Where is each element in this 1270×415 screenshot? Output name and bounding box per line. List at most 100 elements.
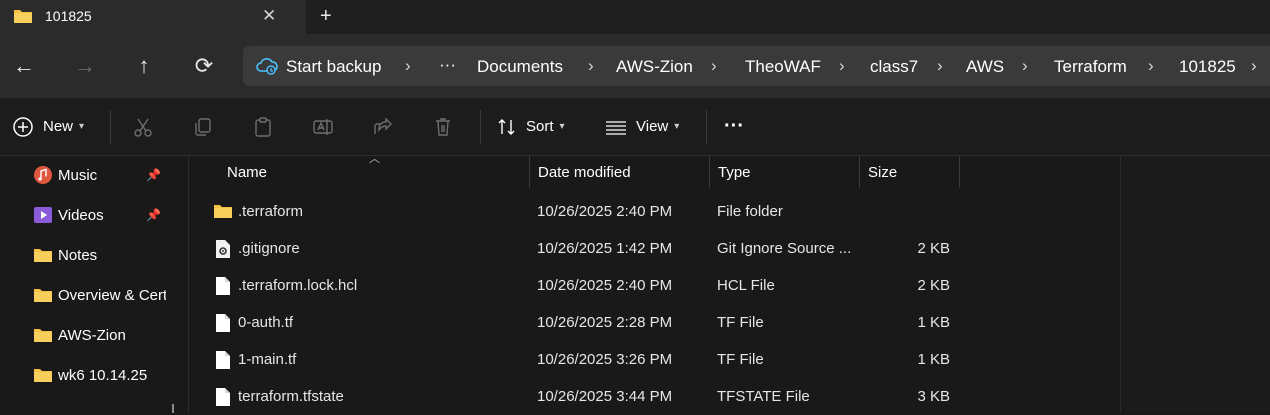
file-icon [216,351,230,369]
folder-icon [14,10,32,23]
chevron-right-icon[interactable]: › [711,56,717,76]
pin-icon: 📌 [146,168,161,182]
copy-button[interactable] [192,98,214,155]
chevron-right-icon[interactable]: › [839,56,845,76]
breadcrumb-aws[interactable]: AWS [966,57,1004,77]
table-row[interactable]: 1-main.tf 10/26/2025 3:26 PM TF File 1 K… [189,341,1120,378]
chevron-right-icon[interactable]: › [1022,56,1028,76]
sidebar-item-aws-zion[interactable]: AWS-Zion [58,323,190,347]
table-row[interactable]: 0-auth.tf 10/26/2025 2:28 PM TF File 1 K… [189,304,1120,341]
new-button[interactable]: New ▾ [12,98,84,155]
navigation-bar: ← → ↑ ⟳ Start backup › ··· › Documents A… [0,34,1270,98]
trash-icon [436,117,450,136]
file-date: 10/26/2025 3:26 PM [537,351,673,368]
file-size [867,193,950,230]
view-button[interactable]: View ▾ [604,98,679,155]
breadcrumb-aws-zion[interactable]: AWS-Zion [616,57,693,77]
breadcrumb-101825[interactable]: 101825 [1179,57,1236,77]
more-options-button[interactable]: ··· [724,98,744,155]
file-name: .terraform.lock.hcl [238,277,358,294]
address-bar[interactable]: Start backup › ··· › Documents AWS-Zion … [243,46,1270,86]
sidebar-item-overview-cert[interactable]: Overview & Cert [58,283,166,307]
cloud-backup-icon [256,58,278,75]
chevron-down-icon: ▾ [559,121,565,132]
back-button[interactable]: ← [5,48,43,84]
column-size[interactable]: Size [860,156,960,188]
cut-button[interactable] [132,98,154,155]
sidebar-item-music[interactable]: Music [58,163,190,187]
close-icon[interactable]: ✕ [262,6,276,26]
file-icon [216,314,230,332]
delete-button[interactable] [432,98,454,155]
paste-icon [255,116,271,137]
arrow-left-icon: ← [13,53,35,78]
tab-101825[interactable]: 101825 ✕ [0,0,306,34]
column-type[interactable]: Type [710,156,860,188]
chevron-right-icon[interactable]: › [588,56,594,76]
file-type: TF File [717,351,764,368]
sort-label: Sort [526,118,554,135]
file-size: 2 KB [917,240,950,257]
paste-button[interactable] [252,98,274,155]
sidebar-scrollbar[interactable] [172,404,174,413]
sidebar-item-videos[interactable]: Videos [58,203,190,227]
breadcrumb-class7[interactable]: class7 [870,57,918,77]
file-icon [216,277,230,295]
refresh-icon: ⟳ [194,53,214,78]
command-bar: New ▾ Sort ▾ View ▾ ··· [0,98,1270,156]
file-size: 1 KB [917,314,950,331]
chevron-right-icon[interactable]: › [1251,56,1257,76]
table-row[interactable]: .terraform.lock.hcl 10/26/2025 2:40 PM H… [189,267,1120,304]
breadcrumb-theowaf[interactable]: TheoWAF [745,57,821,77]
view-icon [606,120,626,135]
file-date: 10/26/2025 3:44 PM [537,388,673,405]
breadcrumb-terraform[interactable]: Terraform [1054,57,1127,77]
copy-icon [195,117,211,136]
file-type: TFSTATE File [717,388,810,405]
pin-icon: 📌 [146,208,161,222]
videos-icon [34,207,52,223]
folder-icon [34,329,52,342]
folder-icon [214,205,232,218]
column-date-label: Date modified [538,163,631,181]
chevron-right-icon[interactable]: › [937,56,943,76]
column-date-modified[interactable]: Date modified [530,156,710,188]
arrow-right-icon: → [74,53,96,78]
table-row[interactable]: .terraform 10/26/2025 2:40 PM File folde… [189,193,1120,230]
file-icon [216,388,230,406]
breadcrumb-documents[interactable]: Documents [477,57,563,77]
start-backup-link[interactable]: Start backup [286,57,381,77]
table-row[interactable]: .gitignore 10/26/2025 1:42 PM Git Ignore… [189,230,1120,267]
refresh-button[interactable]: ⟳ [185,48,223,84]
file-date: 10/26/2025 2:28 PM [537,314,673,331]
chevron-right-icon[interactable]: › [1148,56,1154,76]
rename-button[interactable] [312,98,334,155]
new-tab-button[interactable]: + [320,5,332,28]
sort-icon [498,118,515,135]
folder-icon [34,249,52,262]
chevron-down-icon: ▾ [79,121,85,132]
forward-button[interactable]: → [66,48,104,84]
folder-icon [34,289,52,302]
file-name: .gitignore [238,240,300,257]
sidebar-item-wk6[interactable]: wk6 10.14.25 [58,363,190,387]
plus-circle-icon [13,116,33,137]
table-row[interactable]: terraform.tfstate 10/26/2025 3:44 PM TFS… [189,378,1120,415]
chevron-right-icon[interactable]: › [405,56,411,76]
file-type: HCL File [717,277,775,294]
file-type: Git Ignore Source ... [717,240,852,257]
file-name: terraform.tfstate [238,388,344,405]
sidebar-item-notes[interactable]: Notes [58,243,190,267]
sort-button[interactable]: Sort ▾ [496,98,565,155]
share-button[interactable] [372,98,394,155]
view-label: View [636,118,669,135]
up-button[interactable]: ↑ [125,48,163,84]
breadcrumb-overflow[interactable]: ··· [439,55,456,75]
share-icon [374,116,392,134]
folder-icon [34,369,52,382]
navigation-pane: Music 📌 Videos 📌 Notes Overview & Cert A… [0,156,189,413]
more-icon: ··· [724,115,744,137]
file-date: 10/26/2025 1:42 PM [537,240,673,257]
column-size-label: Size [868,163,898,181]
scissors-icon [134,118,152,137]
